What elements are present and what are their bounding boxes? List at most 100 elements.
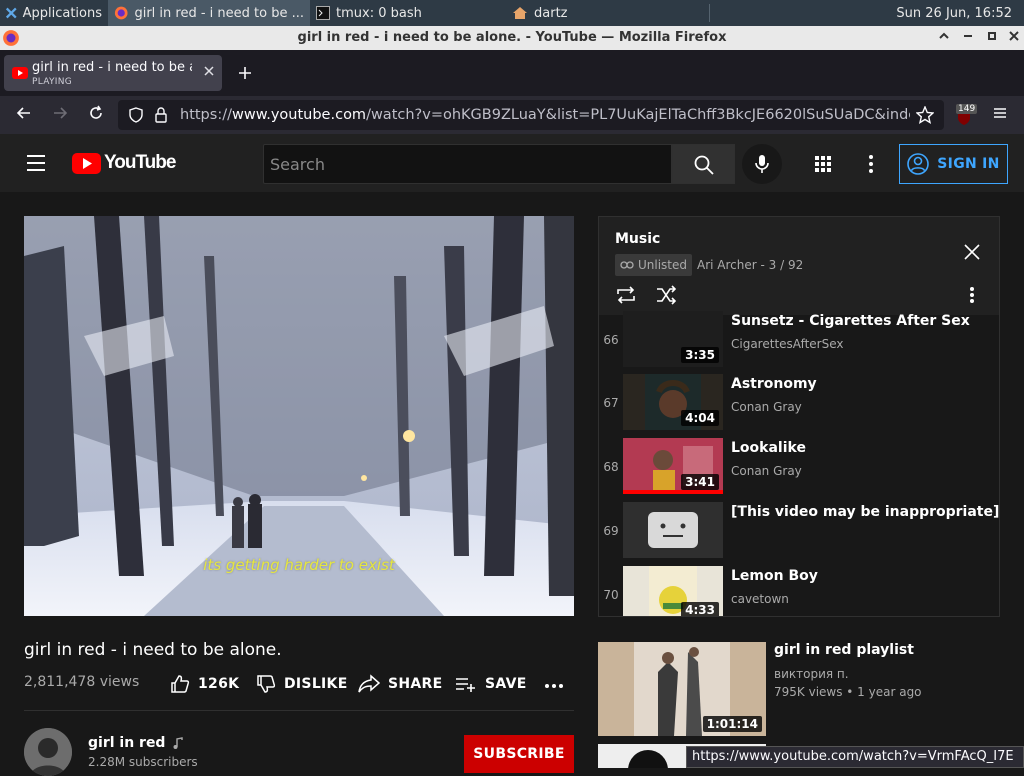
youtube-logo[interactable]: YouTube (72, 152, 176, 174)
taskbar-window-firefox[interactable]: girl in red - i need to be ... (108, 0, 310, 26)
more-actions-button[interactable] (544, 678, 564, 694)
url-text: https://www.youtube.com/watch?v=ohKGB9ZL… (180, 107, 910, 123)
taskbar-window-label: dartz (534, 5, 568, 21)
sign-in-button[interactable]: SIGN IN (899, 144, 1008, 184)
shield-icon[interactable] (128, 107, 144, 123)
sign-in-label: SIGN IN (937, 156, 1000, 172)
window-maximize-button[interactable] (984, 30, 1000, 46)
search-button[interactable] (672, 144, 735, 184)
like-count: 126K (198, 676, 240, 692)
search-box[interactable] (263, 144, 672, 184)
watch-progress-bar (623, 490, 723, 494)
unlisted-badge: Unlisted (615, 254, 693, 276)
repeat-icon (617, 286, 635, 304)
close-icon (964, 244, 980, 260)
shuffle-button[interactable] (655, 285, 679, 305)
thumbs-up-icon (171, 675, 190, 693)
tab-playing-label: PLAYING (32, 77, 73, 87)
recommended-title[interactable]: girl in red playlist (774, 642, 914, 658)
playlist-close-button[interactable] (963, 243, 983, 263)
playlist-item[interactable]: 70 4:33 Lemon Boy cavetown (599, 566, 999, 616)
video-title: girl in red - i need to be alone. (24, 640, 282, 660)
search-icon (694, 155, 714, 175)
playlist-item-index: 69 (603, 524, 619, 538)
browser-tab-active[interactable]: girl in red - i need to be alone. PLAYIN… (4, 55, 222, 91)
new-tab-button[interactable] (234, 62, 256, 84)
playlist-more-button[interactable] (967, 285, 977, 305)
close-icon (1009, 31, 1019, 41)
duration-badge: 4:33 (681, 602, 719, 616)
settings-more-button[interactable] (866, 154, 876, 174)
app-menu-button[interactable] (990, 105, 1010, 125)
clock-text: Sun 26 Jun, 16:52 (896, 5, 1012, 21)
guide-menu-button[interactable] (26, 154, 46, 172)
xfce-icon (6, 7, 17, 19)
view-count: 2,811,478 views (24, 674, 140, 690)
plus-icon (239, 67, 251, 79)
ublock-extension-button[interactable]: 149 (952, 104, 978, 126)
playlist-item[interactable]: 66 3:35 Sunsetz - Cigarettes After Sex C… (599, 311, 999, 375)
playlist-add-icon (456, 678, 475, 692)
url-bar[interactable]: https://www.youtube.com/watch?v=ohKGB9ZL… (118, 100, 944, 130)
playlist-item-thumbnail: 3:35 (623, 311, 723, 367)
taskbar-window-tmux[interactable]: tmux: 0 bash (310, 0, 506, 26)
youtube-logo-text: YouTube (104, 152, 176, 173)
loop-button[interactable] (615, 285, 639, 305)
tab-close-button[interactable] (204, 64, 214, 80)
playlist-item[interactable]: 67 4:04 Astronomy Conan Gray (599, 374, 999, 438)
bookmark-star-icon[interactable] (916, 106, 934, 124)
playlist-item-thumbnail: 4:04 (623, 374, 723, 430)
unavailable-video-icon (648, 512, 698, 548)
tab-title: girl in red - i need to be alone. (32, 60, 192, 75)
playlist-item-artist: Conan Gray (731, 464, 802, 478)
window-title: girl in red - i need to be alone. - YouT… (297, 30, 727, 45)
window-close-button[interactable] (1006, 30, 1022, 46)
recommended-channel[interactable]: виктория п. (774, 667, 849, 681)
taskbar-window-dartz[interactable]: dartz (506, 0, 708, 26)
forward-button[interactable] (50, 105, 70, 125)
reload-button[interactable] (86, 105, 106, 125)
more-vertical-icon (869, 155, 873, 173)
thumbs-down-icon (257, 675, 276, 693)
channel-avatar[interactable] (24, 728, 72, 776)
applications-menu[interactable]: Applications (0, 0, 108, 26)
playlist-item-title: [This video may be inappropriate] (731, 504, 1000, 520)
playlist-item-current[interactable]: 68 3:41 Lookalike Conan Gray (599, 438, 999, 502)
window-minimize-button[interactable] (960, 30, 976, 46)
youtube-page: YouTube SIGN IN (0, 134, 1024, 776)
duration-badge: 3:41 (681, 474, 719, 490)
music-note-icon (173, 737, 184, 749)
channel-name-link[interactable]: girl in red (88, 735, 184, 751)
taskbar-window-label: tmux: 0 bash (336, 5, 422, 21)
apps-button[interactable] (814, 155, 832, 173)
youtube-header: YouTube SIGN IN (0, 134, 1024, 192)
playlist-panel: Music Unlisted Ari Archer - 3 / 92 66 3:… (598, 216, 1000, 617)
recommended-thumbnail[interactable]: 1:01:14 (598, 642, 766, 736)
video-caption: its getting harder to exist (203, 556, 395, 574)
arrow-left-icon (16, 107, 30, 119)
search-input[interactable] (264, 145, 671, 183)
clock[interactable]: Sun 26 Jun, 16:52 (890, 0, 1018, 26)
playlist-item-artist: cavetown (731, 592, 789, 606)
save-button[interactable]: SAVE (455, 674, 527, 694)
playlist-meta: Ari Archer - 3 / 92 (697, 258, 804, 272)
divider (24, 710, 574, 711)
lock-icon[interactable] (154, 107, 168, 123)
channel-name: girl in red (88, 735, 166, 751)
like-button[interactable]: 126K (170, 674, 239, 694)
playlist-item-title: Sunsetz - Cigarettes After Sex (731, 313, 970, 329)
youtube-logo-icon (72, 152, 101, 174)
dislike-button[interactable]: DISLIKE (256, 674, 348, 694)
voice-search-button[interactable] (742, 144, 782, 184)
video-player[interactable]: its getting harder to exist (24, 216, 574, 616)
playlist-item-index: 67 (603, 396, 619, 410)
back-button[interactable] (14, 105, 34, 125)
share-button[interactable]: SHARE (358, 674, 442, 694)
hamburger-menu-icon (27, 155, 45, 171)
avatar-image (24, 728, 72, 776)
playlist-title[interactable]: Music (615, 231, 660, 247)
youtube-favicon-icon (12, 67, 28, 79)
playlist-item[interactable]: 69 [This video may be inappropriate] (599, 502, 999, 566)
subscribe-button[interactable]: SUBSCRIBE (464, 735, 574, 773)
window-shade-button[interactable] (936, 30, 952, 46)
